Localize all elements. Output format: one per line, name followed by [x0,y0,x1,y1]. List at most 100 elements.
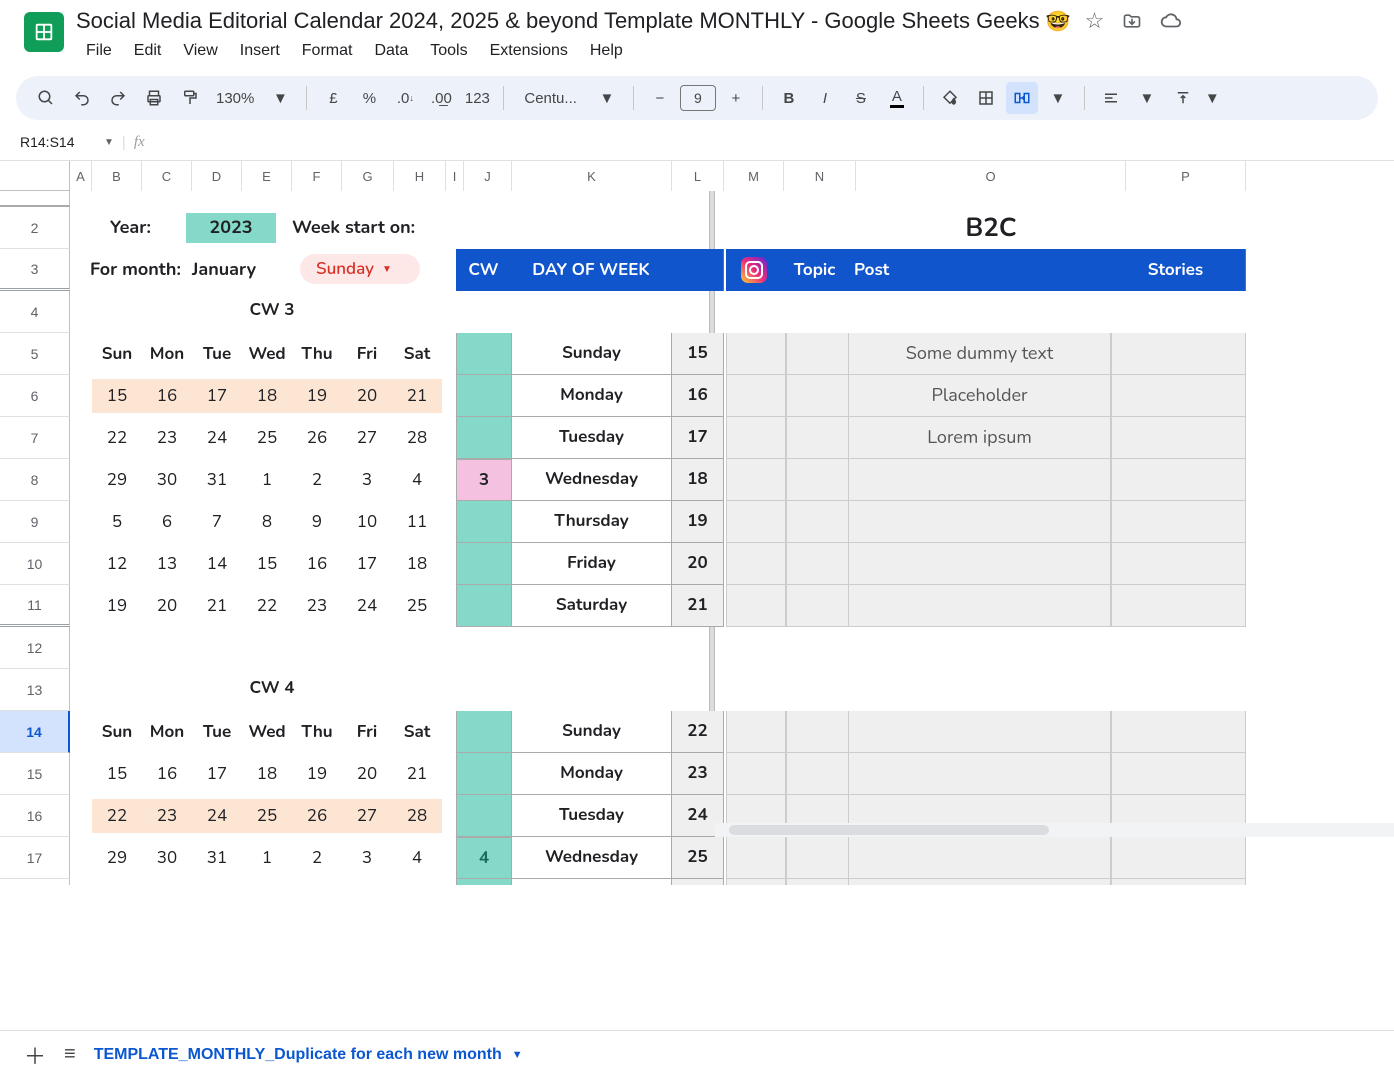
horizontal-scrollbar[interactable] [715,823,1394,837]
cell-w4-n-1[interactable] [786,753,856,795]
cal3-cell-1-2[interactable]: 24 [192,421,242,455]
cell-cw4-num[interactable]: 4 [456,837,512,879]
cell-w3-day-1[interactable]: Monday [511,375,672,417]
cell-w4-n-3[interactable] [786,837,856,879]
cell-w4-day-4[interactable]: Thursday [511,879,672,885]
cell-w3-post-0[interactable]: Some dummy text [848,333,1111,375]
col-header-I[interactable]: I [446,161,464,191]
cell-w3-date-1[interactable]: 16 [671,375,724,417]
cell-w3-n-6[interactable] [786,585,856,627]
cal4-cell-3-3[interactable]: 8 [242,883,292,885]
increase-decimal-icon[interactable]: .0̲0 [425,82,457,114]
cell-w4-post-1[interactable] [848,753,1111,795]
all-sheets-icon[interactable]: ≡ [64,1043,76,1066]
font-select[interactable]: Centu... [514,90,587,107]
cell-w3-n-5[interactable] [786,543,856,585]
cal4-cell-2-1[interactable]: 30 [142,841,192,875]
row-header-1-partial[interactable] [0,191,70,207]
cal3-cell-1-0[interactable]: 22 [92,421,142,455]
cal4-cell-3-6[interactable]: 11 [392,883,442,885]
cal3-cell-5-6[interactable]: 25 [392,589,442,623]
col-header-L[interactable]: L [672,161,724,191]
cell-w3-post-4[interactable] [848,501,1111,543]
cell-cw4-teal-4[interactable] [456,879,512,885]
cell-w3-stories-0[interactable] [1111,333,1246,375]
cal4-cell-0-5[interactable]: 20 [342,757,392,791]
cell-w3-m-3[interactable] [726,459,786,501]
namebox-dropdown-icon[interactable]: ▼ [104,137,114,148]
cell-w3-post-5[interactable] [848,543,1111,585]
cell-w3-day-0[interactable]: Sunday [511,333,672,375]
cell-cw4-teal-0[interactable] [456,711,512,753]
row-header-18[interactable]: 18 [0,879,70,885]
cell-w3-n-1[interactable] [786,375,856,417]
cal3-cell-2-3[interactable]: 1 [242,463,292,497]
cal4-cell-0-6[interactable]: 21 [392,757,442,791]
cal3-cell-2-6[interactable]: 4 [392,463,442,497]
cell-w3-stories-6[interactable] [1111,585,1246,627]
cal3-cell-0-6[interactable]: 21 [392,379,442,413]
text-color-icon[interactable]: A [881,82,913,114]
undo-icon[interactable] [66,82,98,114]
cell-w4-m-1[interactable] [726,753,786,795]
cal3-cell-4-2[interactable]: 14 [192,547,242,581]
row-header-4[interactable]: 4 [0,291,70,333]
cell-w4-post-3[interactable] [848,837,1111,879]
cell-w4-day-1[interactable]: Monday [511,753,672,795]
cell-w3-date-6[interactable]: 21 [671,585,724,627]
cell-w3-stories-1[interactable] [1111,375,1246,417]
cell-w4-date-0[interactable]: 22 [671,711,724,753]
col-header-N[interactable]: N [784,161,856,191]
name-box[interactable]: R14:S14 [16,132,96,152]
cell-w3-stories-4[interactable] [1111,501,1246,543]
print-icon[interactable] [138,82,170,114]
cal4-cell-3-1[interactable]: 6 [142,883,192,885]
cell-w4-n-0[interactable] [786,711,856,753]
cal3-cell-1-4[interactable]: 26 [292,421,342,455]
cal3-cell-2-0[interactable]: 29 [92,463,142,497]
row-header-17[interactable]: 17 [0,837,70,879]
cal3-cell-3-5[interactable]: 10 [342,505,392,539]
cal4-cell-1-3[interactable]: 25 [242,799,292,833]
cell-cw3-teal-2[interactable] [456,417,512,459]
cal4-cell-3-2[interactable]: 7 [192,883,242,885]
menu-extensions[interactable]: Extensions [480,38,578,64]
merge-dropdown-icon[interactable]: ▼ [1042,82,1074,114]
cell-w4-m-4[interactable] [726,879,786,885]
cell-cw3-num[interactable]: 3 [456,459,512,501]
zoom-dropdown-icon[interactable]: ▼ [264,82,296,114]
cal4-cell-3-4[interactable]: 9 [292,883,342,885]
cal3-cell-0-0[interactable]: 15 [92,379,142,413]
cal4-cell-2-6[interactable]: 4 [392,841,442,875]
cell-w3-stories-5[interactable] [1111,543,1246,585]
cell-w3-n-0[interactable] [786,333,856,375]
cell-w4-date-3[interactable]: 25 [671,837,724,879]
sheets-logo[interactable] [24,12,64,52]
cal3-cell-4-1[interactable]: 13 [142,547,192,581]
menu-tools[interactable]: Tools [420,38,477,64]
cloud-icon[interactable] [1160,10,1182,32]
cal4-cell-1-0[interactable]: 22 [92,799,142,833]
cell-w3-date-3[interactable]: 18 [671,459,724,501]
cal3-cell-1-6[interactable]: 28 [392,421,442,455]
menu-insert[interactable]: Insert [230,38,290,64]
cal4-cell-2-5[interactable]: 3 [342,841,392,875]
row-header-6[interactable]: 6 [0,375,70,417]
cell-cw3-teal-0[interactable] [456,333,512,375]
cell-w4-stories-0[interactable] [1111,711,1246,753]
zoom-level[interactable]: 130% [210,90,260,107]
cal3-cell-4-5[interactable]: 17 [342,547,392,581]
cell-w3-post-2[interactable]: Lorem ipsum [848,417,1111,459]
cell-w4-date-4[interactable]: 26 [671,879,724,885]
cal4-cell-1-6[interactable]: 28 [392,799,442,833]
cell-w3-day-5[interactable]: Friday [511,543,672,585]
fill-color-icon[interactable] [934,82,966,114]
cell-year-value[interactable]: 2023 [186,213,276,243]
cell-w3-post-6[interactable] [848,585,1111,627]
cal4-cell-2-2[interactable]: 31 [192,841,242,875]
cal3-cell-4-3[interactable]: 15 [242,547,292,581]
cal3-cell-2-2[interactable]: 31 [192,463,242,497]
cell-w3-n-4[interactable] [786,501,856,543]
col-header-C[interactable]: C [142,161,192,191]
cal3-cell-3-1[interactable]: 6 [142,505,192,539]
